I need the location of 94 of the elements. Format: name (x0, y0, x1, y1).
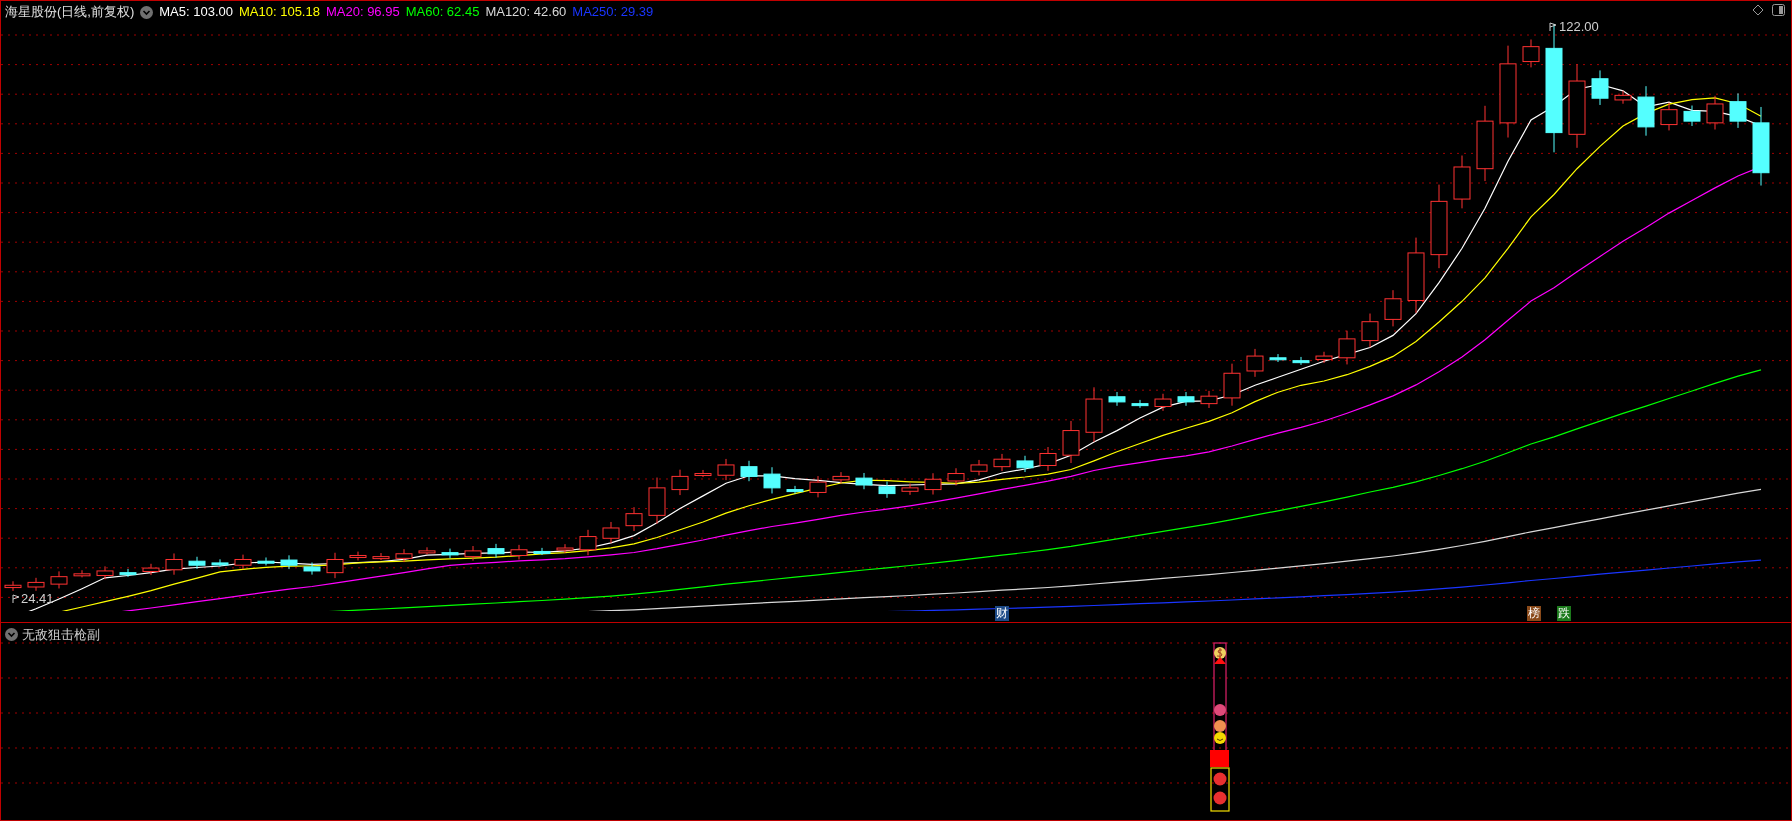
rising-candle (234, 554, 252, 570)
falling-candle (1108, 391, 1126, 407)
rising-candle (579, 529, 597, 556)
rising-candle (1361, 313, 1379, 348)
rising-candle (142, 563, 160, 576)
rising-candle (96, 565, 114, 580)
rising-candle (1338, 330, 1356, 365)
rising-candle (1154, 393, 1172, 412)
rising-candle (1384, 289, 1402, 327)
rising-candle (694, 469, 712, 478)
rising-candle (1614, 90, 1632, 105)
rising-candle (4, 580, 22, 592)
rising-candle (648, 477, 666, 525)
high-marker-icon (1549, 22, 1557, 32)
rising-candle (625, 506, 643, 532)
falling-candle (119, 568, 137, 578)
falling-candle (1729, 92, 1747, 129)
signal-bar (1210, 750, 1229, 767)
rising-candle (1315, 351, 1333, 364)
moving-average-value: MA120: 42.60 (485, 3, 567, 22)
falling-candle (763, 466, 781, 494)
rising-candle (464, 545, 482, 562)
falling-candle (533, 547, 551, 556)
falling-candle (188, 556, 206, 570)
falling-candle (280, 554, 298, 570)
rising-candle (970, 459, 988, 476)
rising-candle (1085, 386, 1103, 443)
rising-candle (993, 453, 1011, 472)
event-badge[interactable]: 榜 (1527, 606, 1541, 621)
event-badge[interactable]: 财 (995, 606, 1009, 621)
rising-candle (1660, 102, 1678, 131)
rising-candle (717, 458, 735, 481)
rising-candle (947, 467, 965, 486)
moving-average-value: MA20: 96.95 (325, 3, 400, 22)
rising-candle (1453, 155, 1471, 209)
falling-candle (1269, 353, 1287, 363)
rising-candle (809, 475, 827, 498)
rising-candle (395, 548, 413, 563)
falling-candle (1177, 391, 1195, 407)
falling-candle (1683, 105, 1701, 127)
signal-frame (1210, 767, 1230, 812)
high-price-label: 122.00 (1559, 20, 1599, 34)
rising-candle (671, 469, 689, 496)
falling-candle (211, 558, 229, 567)
rising-candle (418, 546, 436, 555)
rising-candle (165, 552, 183, 576)
rising-candle (510, 544, 528, 560)
rising-candle (1223, 363, 1241, 407)
falling-candle (878, 481, 896, 499)
rising-candle (372, 552, 390, 561)
rising-candle (924, 472, 942, 495)
falling-candle (855, 472, 873, 490)
moving-average-value: MA10: 105.18 (239, 3, 320, 22)
rising-candle (326, 552, 344, 579)
falling-candle (487, 543, 505, 559)
rising-candle (1246, 348, 1264, 378)
rising-candle (1706, 95, 1724, 130)
rising-candle (1522, 39, 1540, 68)
panel-toggle-icon[interactable] (1772, 4, 1785, 16)
indicator-title: 无敌狙击枪副 (22, 626, 100, 644)
falling-candle (786, 485, 804, 495)
falling-candle (441, 548, 459, 559)
ball-icon (1213, 772, 1227, 786)
rising-candle (602, 521, 620, 544)
dropdown-icon[interactable] (140, 5, 154, 19)
falling-candle (1292, 356, 1310, 366)
rising-candle (901, 483, 919, 496)
stock-title: 海星股份(日线,前复权) (5, 3, 135, 22)
rising-candle (1062, 420, 1080, 464)
money-bag-icon (1214, 647, 1226, 659)
moving-average-value: MA250: 29.39 (572, 3, 654, 22)
rising-candle (1200, 390, 1218, 409)
smiley-icon (1214, 732, 1226, 744)
low-marker-icon (12, 594, 20, 604)
ball-icon (1213, 791, 1227, 805)
dropdown-icon[interactable] (5, 628, 18, 642)
rising-candle (556, 543, 574, 554)
rising-candle (27, 577, 45, 592)
falling-candle (740, 460, 758, 482)
event-badge[interactable]: 跌 (1557, 606, 1571, 621)
moving-average-value: MA60: 62.45 (405, 3, 480, 22)
falling-candle (303, 562, 321, 576)
up-triangle-icon (1214, 657, 1226, 664)
rising-candle (832, 471, 850, 484)
rising-candle (50, 570, 68, 589)
falling-candle (1016, 455, 1034, 473)
falling-candle (1591, 69, 1609, 106)
falling-candle (1637, 85, 1655, 137)
low-price-label: 24.41 (21, 592, 54, 606)
falling-candle (1131, 399, 1149, 409)
rising-candle (73, 569, 91, 578)
rising-candle (1039, 446, 1057, 472)
moving-average-value: MA5: 103.00 (159, 3, 233, 22)
diamond-icon[interactable] (1752, 4, 1764, 16)
